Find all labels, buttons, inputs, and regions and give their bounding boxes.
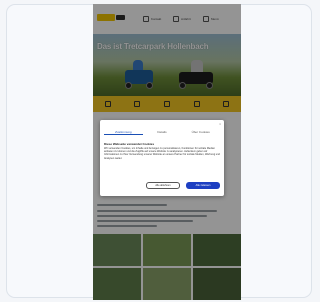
consent-tabs: Zustimmung Details Über Cookies [104, 128, 220, 136]
tab-consent[interactable]: Zustimmung [104, 130, 143, 135]
accept-all-button[interactable]: Alle zulassen [186, 182, 220, 189]
consent-title: Diese Webseite verwendet Cookies [104, 142, 155, 146]
mobile-screenshot: Kontakt Anfahrt Menü Das ist Tretcarpark… [93, 4, 241, 300]
consent-body: Wir verwenden Cookies, um Inhalte und An… [104, 147, 220, 160]
tab-details[interactable]: Details [143, 130, 182, 134]
cookie-consent-dialog: × Zustimmung Details Über Cookies Diese … [100, 120, 224, 196]
deny-all-button[interactable]: Alle ablehnen [146, 182, 180, 189]
tab-about-cookies[interactable]: Über Cookies [181, 130, 220, 134]
close-icon[interactable]: × [219, 122, 221, 126]
